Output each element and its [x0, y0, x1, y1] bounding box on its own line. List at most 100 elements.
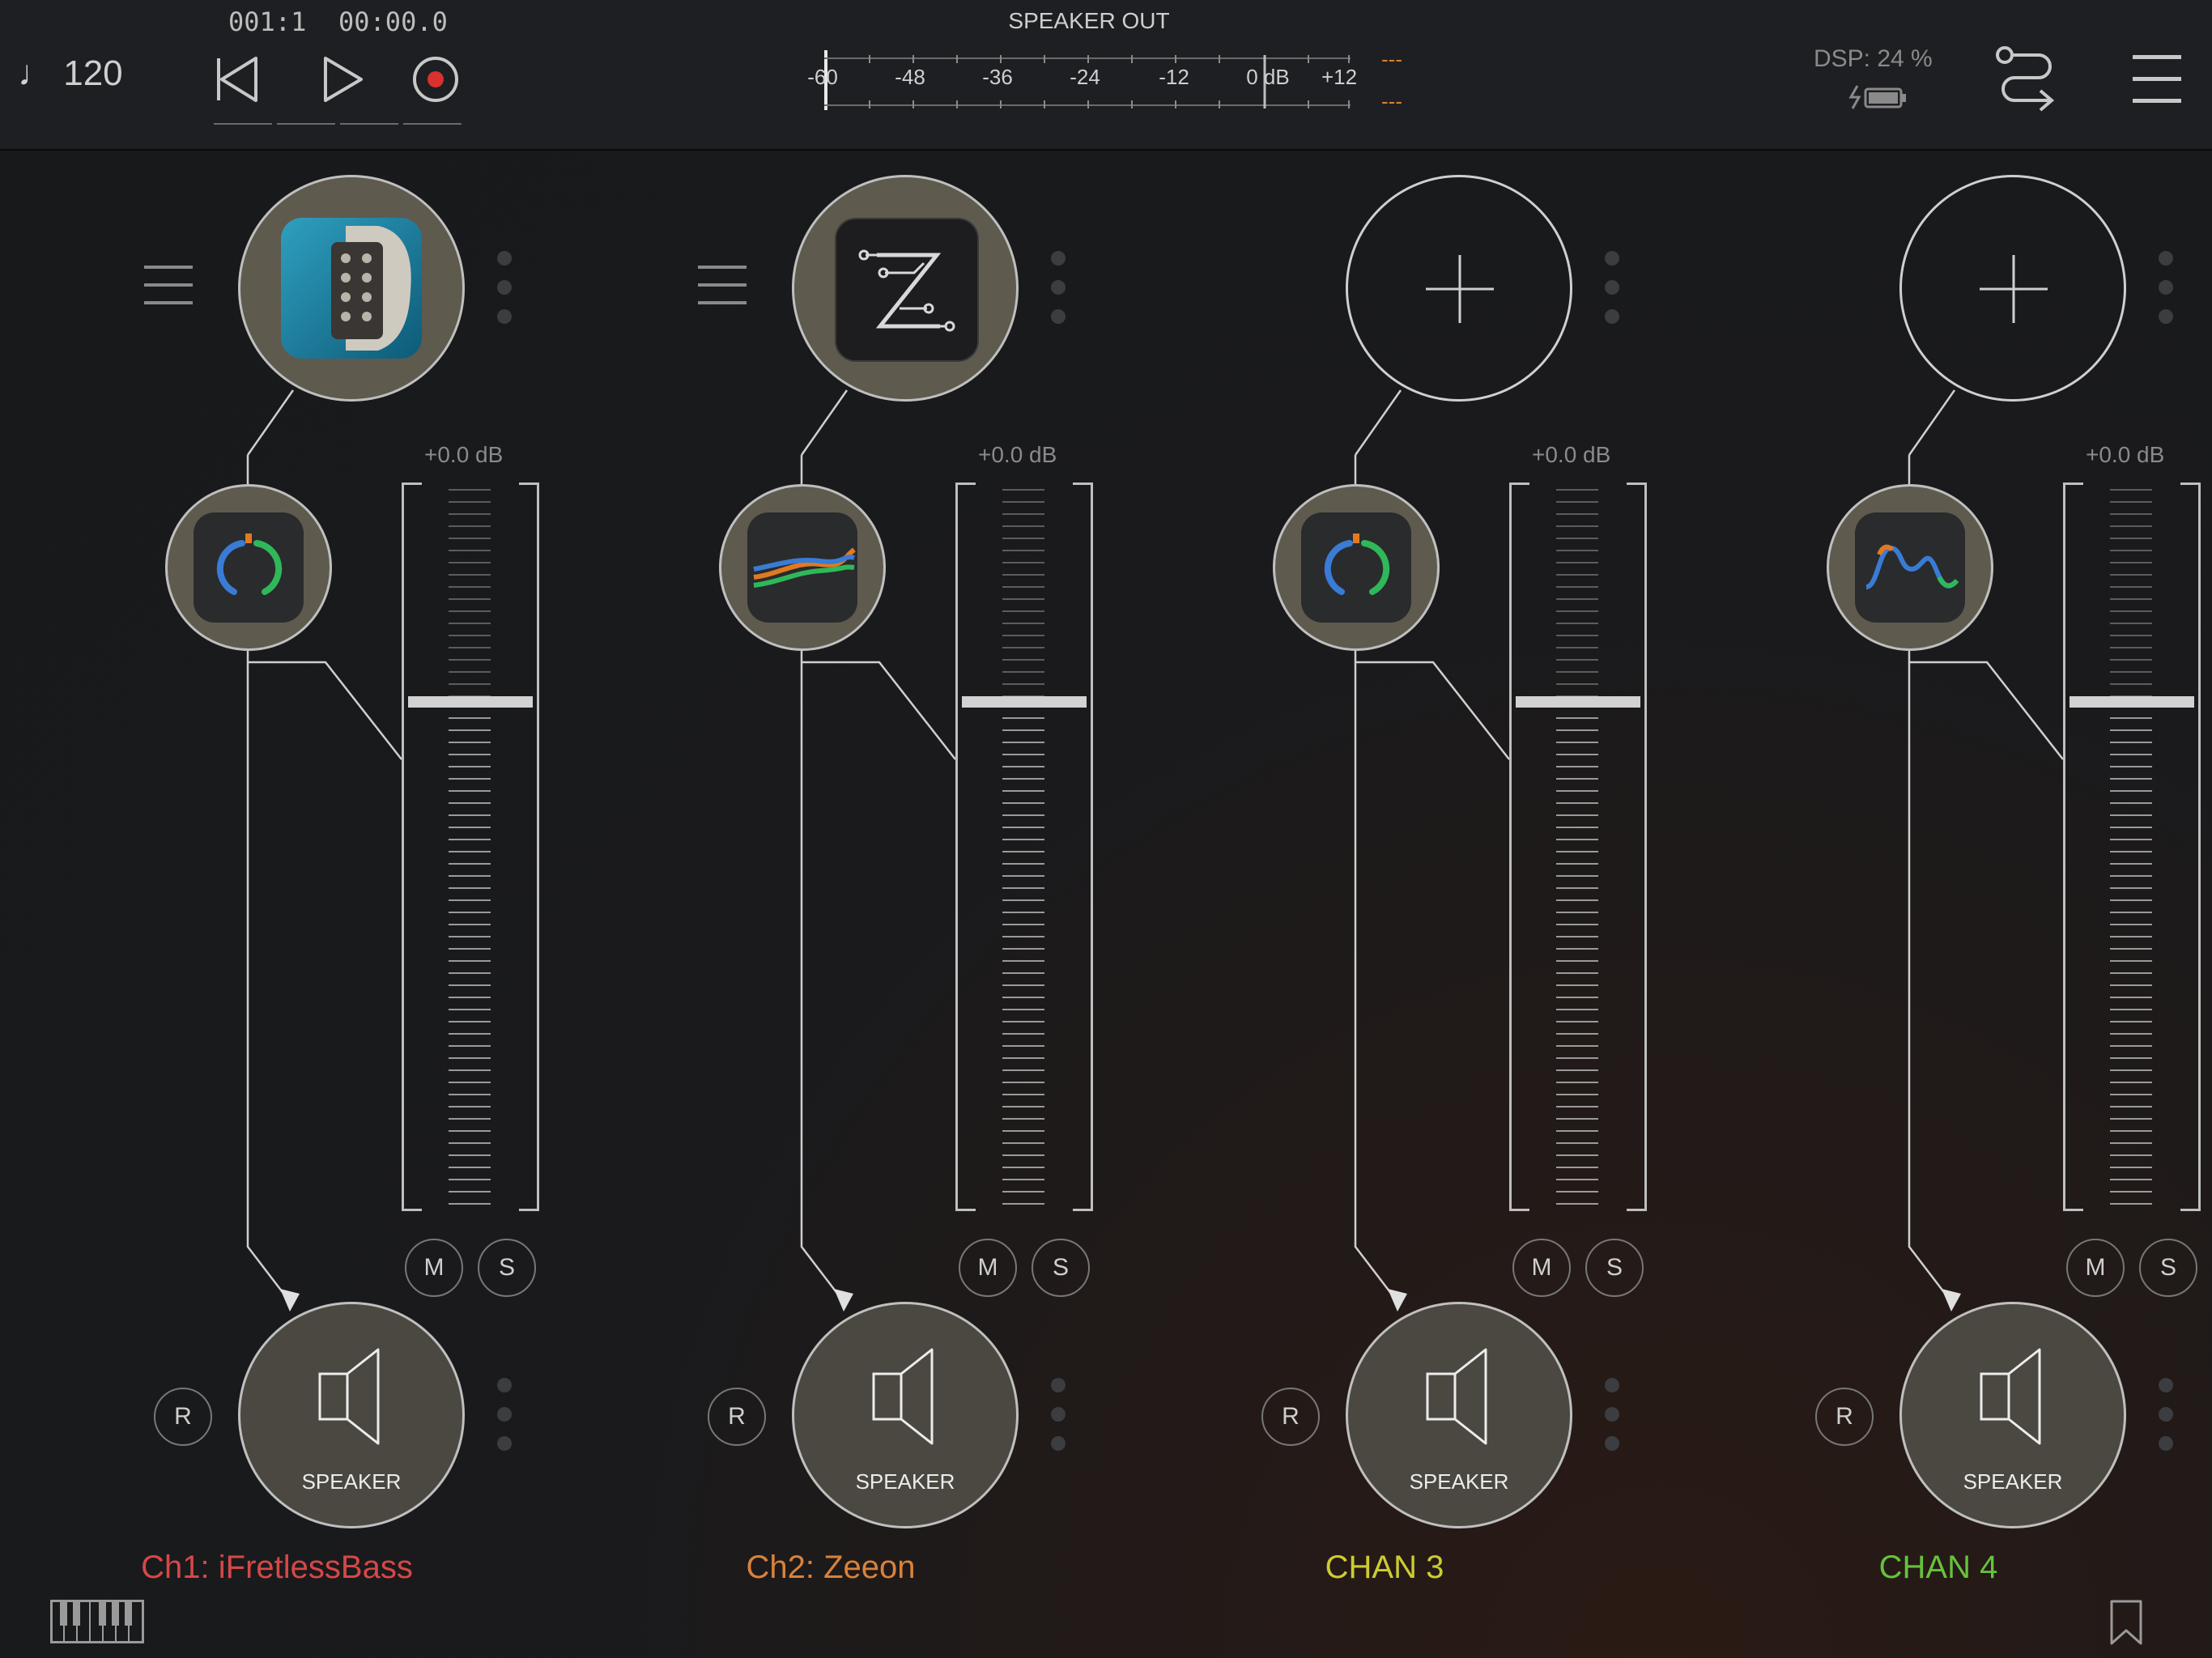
tempo-display[interactable]: ♩ 120: [18, 53, 123, 94]
effect-slot[interactable]: [165, 484, 332, 651]
fader-handle[interactable]: [408, 696, 533, 708]
play-button[interactable]: [306, 45, 374, 113]
meter-tick-label: +12: [1321, 65, 1358, 89]
skip-back-icon: [217, 57, 257, 102]
transport-underline: [277, 123, 335, 125]
bar-beat-readout: 001:1: [228, 6, 307, 37]
time-readout: 00:00.0: [338, 6, 448, 37]
output-options-icon[interactable]: [2159, 1378, 2173, 1465]
solo-button[interactable]: S: [478, 1239, 536, 1297]
eq-curve-effect-icon: [1855, 512, 1965, 623]
add-plus-icon: [1426, 255, 1494, 323]
output-label: SPEAKER: [855, 1469, 955, 1494]
filter-curve-effect-icon: [747, 512, 857, 623]
fader-handle[interactable]: [962, 696, 1087, 708]
mute-button[interactable]: M: [1512, 1239, 1571, 1297]
channel-name[interactable]: Ch1: iFretlessBass: [0, 1550, 554, 1586]
meter-tick-label: -60: [807, 65, 838, 89]
piano-keyboard-icon: [50, 1600, 144, 1643]
output-slot[interactable]: SPEAKER: [1346, 1302, 1572, 1528]
meter-tick-label: -24: [1070, 65, 1100, 89]
output-label: SPEAKER: [1963, 1469, 2063, 1494]
peak-right-readout: ---: [1381, 89, 1402, 113]
volume-fader[interactable]: [402, 483, 539, 1211]
record-arm-button[interactable]: R: [1261, 1388, 1320, 1446]
instrument-options-icon[interactable]: [497, 251, 512, 338]
speaker-icon: [1426, 1348, 1487, 1445]
meter-tick-label: -48: [895, 65, 925, 89]
solo-button[interactable]: S: [1585, 1239, 1644, 1297]
meter-tick-label: -12: [1159, 65, 1189, 89]
play-icon: [324, 57, 363, 102]
keyboard-button[interactable]: [50, 1600, 144, 1643]
routing-button[interactable]: [1993, 42, 2061, 115]
add-plus-icon: [1980, 255, 2048, 323]
instrument-menu-button[interactable]: [698, 266, 747, 319]
fader-handle[interactable]: [1516, 696, 1640, 708]
channel-strip: +0.0 dB M S R SPEAKER CHAN 3: [1108, 149, 1661, 1658]
record-arm-button[interactable]: R: [1815, 1388, 1874, 1446]
instrument-options-icon[interactable]: [2159, 251, 2173, 338]
meter-tick-label: 0 dB: [1246, 65, 1290, 89]
channel-name[interactable]: CHAN 3: [1108, 1550, 1661, 1586]
volume-fader[interactable]: [955, 483, 1093, 1211]
record-icon: [413, 57, 458, 102]
instrument-slot[interactable]: [238, 175, 465, 402]
routing-icon: [1996, 46, 2055, 112]
fader-handle[interactable]: [2069, 696, 2194, 708]
output-slot[interactable]: SPEAKER: [1899, 1302, 2126, 1528]
knob-effect-icon: [1301, 512, 1411, 623]
channel-strip: +0.0 dB M S R SPEAKER CHAN 4: [1661, 149, 2212, 1658]
top-bar: ♩ 120 001:1 00:00.0 SPEAKER OUT -60 -48 …: [0, 0, 2212, 151]
record-arm-button[interactable]: R: [154, 1388, 212, 1446]
output-label: SPEAKER: [1409, 1469, 1509, 1494]
instrument-menu-button[interactable]: [144, 266, 193, 319]
channel-strip: +0.0 dB M S R SPEAKER Ch2: Zeeon: [554, 149, 1108, 1658]
rewind-button[interactable]: [204, 45, 272, 113]
output-slot[interactable]: SPEAKER: [792, 1302, 1019, 1528]
mute-button[interactable]: M: [405, 1239, 463, 1297]
speaker-icon: [1980, 1348, 2041, 1445]
meter-tick-label: -36: [982, 65, 1013, 89]
output-options-icon[interactable]: [1605, 1378, 1619, 1465]
instrument-slot[interactable]: [792, 175, 1019, 402]
mute-button[interactable]: M: [2066, 1239, 2125, 1297]
fader-gain-readout: +0.0 dB: [424, 442, 504, 467]
zeeon-app-icon: [835, 218, 979, 362]
channel-name[interactable]: CHAN 4: [1661, 1550, 2212, 1586]
volume-fader[interactable]: [2063, 483, 2201, 1211]
channel-name[interactable]: Ch2: Zeeon: [554, 1550, 1108, 1586]
add-instrument-button[interactable]: [1346, 175, 1572, 402]
solo-button[interactable]: S: [1032, 1239, 1090, 1297]
hamburger-menu-icon: [2133, 55, 2181, 103]
fader-gain-readout: +0.0 dB: [978, 442, 1057, 467]
mute-button[interactable]: M: [959, 1239, 1017, 1297]
bookmark-button[interactable]: [2108, 1600, 2144, 1645]
solo-button[interactable]: S: [2139, 1239, 2197, 1297]
volume-fader[interactable]: [1509, 483, 1647, 1211]
instrument-options-icon[interactable]: [1051, 251, 1066, 338]
output-options-icon[interactable]: [1051, 1378, 1066, 1465]
main-menu-button[interactable]: [2133, 53, 2181, 105]
dsp-readout: DSP: 24 %: [1814, 45, 1933, 72]
effect-slot[interactable]: [719, 484, 886, 651]
transport-underline: [214, 123, 272, 125]
effect-slot[interactable]: [1827, 484, 1993, 651]
peak-left-readout: ---: [1381, 47, 1402, 71]
add-instrument-button[interactable]: [1899, 175, 2126, 402]
record-button[interactable]: [402, 45, 470, 113]
knob-effect-icon: [194, 512, 304, 623]
record-arm-button[interactable]: R: [708, 1388, 766, 1446]
instrument-options-icon[interactable]: [1605, 251, 1619, 338]
battery-icon: [1843, 81, 1911, 113]
transport-underline: [403, 123, 462, 125]
speaker-icon: [872, 1348, 934, 1445]
output-slot[interactable]: SPEAKER: [238, 1302, 465, 1528]
fader-gain-readout: +0.0 dB: [1532, 442, 1611, 467]
channel-strip: +0.0 dB M S R SPEAKER Ch1: iFretlessBass: [0, 149, 554, 1658]
output-options-icon[interactable]: [497, 1378, 512, 1465]
output-label: SPEAKER: [301, 1469, 402, 1494]
effect-slot[interactable]: [1273, 484, 1440, 651]
meter-title: SPEAKER OUT: [1008, 8, 1170, 33]
bookmark-icon: [2110, 1600, 2142, 1645]
